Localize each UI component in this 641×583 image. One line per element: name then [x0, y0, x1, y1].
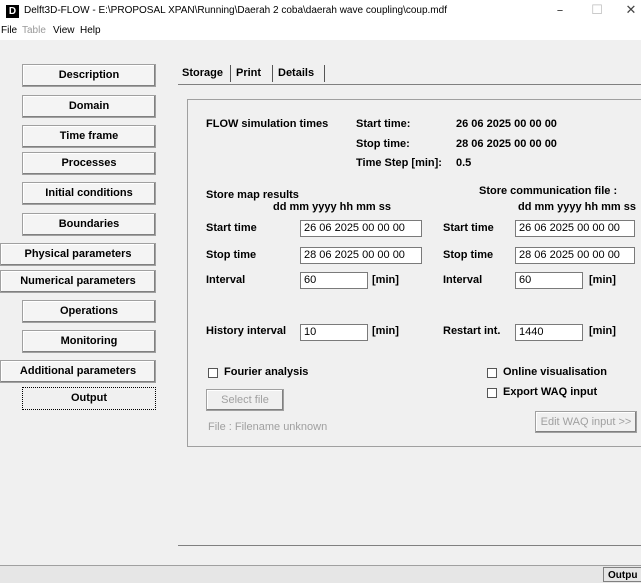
app-icon: D — [6, 5, 19, 18]
bottom-separator — [178, 545, 641, 546]
comm-start-label: Start time — [443, 222, 494, 234]
comm-stop-label: Stop time — [443, 249, 494, 261]
restart-interval-unit: [min] — [589, 325, 616, 337]
nav-processes[interactable]: Processes — [22, 152, 156, 175]
menu-help[interactable]: Help — [80, 25, 101, 36]
nav-additional-parameters[interactable]: Additional parameters — [0, 360, 156, 383]
nav-boundaries[interactable]: Boundaries — [22, 213, 156, 236]
export-waq-checkbox[interactable] — [487, 388, 497, 398]
tab-separator — [272, 65, 273, 82]
map-interval-input[interactable]: 60 — [300, 272, 368, 289]
map-start-label: Start time — [206, 222, 257, 234]
minimize-icon[interactable]: – — [553, 4, 567, 18]
nav-output[interactable]: Output — [22, 387, 156, 410]
sim-step-value: 0.5 — [456, 157, 472, 169]
history-interval-label: History interval — [206, 325, 287, 337]
nav-physical-parameters[interactable]: Physical parameters — [0, 243, 156, 266]
status-output-label: Outpu — [603, 567, 641, 582]
nav-domain[interactable]: Domain — [22, 95, 156, 118]
history-interval-unit: [min] — [372, 325, 399, 337]
tab-storage[interactable]: Storage — [182, 62, 223, 84]
nav-description[interactable]: Description — [22, 64, 156, 87]
history-interval-input[interactable]: 10 — [300, 324, 368, 341]
map-format-label: dd mm yyyy hh mm ss — [273, 201, 391, 213]
sim-stop-value: 28 06 2025 00 00 00 — [456, 138, 557, 150]
menu-file[interactable]: File — [1, 25, 17, 36]
fourier-label: Fourier analysis — [224, 366, 309, 378]
sim-stop-label: Stop time: — [356, 138, 410, 150]
menu-bar: File Table View Help — [0, 24, 641, 40]
close-icon[interactable]: ✕ — [624, 4, 638, 18]
menu-view[interactable]: View — [53, 25, 75, 36]
nav-initial-conditions[interactable]: Initial conditions — [22, 182, 156, 205]
tab-separator — [324, 65, 325, 82]
select-file-button[interactable]: Select file — [206, 389, 284, 411]
map-stop-label: Stop time — [206, 249, 257, 261]
tab-details[interactable]: Details — [278, 62, 314, 84]
sim-start-label: Start time: — [356, 118, 411, 130]
comm-format-label: dd mm yyyy hh mm ss — [518, 201, 636, 213]
comm-interval-unit: [min] — [589, 274, 616, 286]
comm-stop-time-input[interactable]: 28 06 2025 00 00 00 — [515, 247, 635, 264]
fourier-checkbox[interactable] — [208, 368, 218, 378]
flow-sim-label: FLOW simulation times — [206, 118, 329, 130]
nav-operations[interactable]: Operations — [22, 300, 156, 323]
restart-interval-label: Restart int. — [443, 325, 501, 337]
sim-start-value: 26 06 2025 00 00 00 — [456, 118, 557, 130]
online-visualisation-label: Online visualisation — [503, 366, 607, 378]
window-title: Delft3D-FLOW - E:\PROPOSAL XPAN\Running\… — [24, 5, 447, 16]
file-info-text: File : Filename unknown — [208, 421, 328, 433]
maximize-icon[interactable]: ☐ — [590, 4, 604, 18]
map-results-title: Store map results — [206, 189, 299, 201]
nav-monitoring[interactable]: Monitoring — [22, 330, 156, 353]
menu-table[interactable]: Table — [22, 25, 46, 36]
tab-print[interactable]: Print — [236, 62, 261, 84]
comm-file-title: Store communication file : — [479, 185, 618, 197]
comm-start-time-input[interactable]: 26 06 2025 00 00 00 — [515, 220, 635, 237]
tab-separator — [230, 65, 231, 82]
online-visualisation-checkbox[interactable] — [487, 368, 497, 378]
status-bar — [0, 565, 641, 583]
comm-interval-label: Interval — [443, 274, 483, 286]
nav-time-frame[interactable]: Time frame — [22, 125, 156, 148]
map-interval-unit: [min] — [372, 274, 399, 286]
edit-waq-input-button[interactable]: Edit WAQ input >> — [535, 411, 637, 433]
map-stop-time-input[interactable]: 28 06 2025 00 00 00 — [300, 247, 422, 264]
map-start-time-input[interactable]: 26 06 2025 00 00 00 — [300, 220, 422, 237]
tab-underline — [178, 84, 641, 85]
comm-interval-input[interactable]: 60 — [515, 272, 583, 289]
restart-interval-input[interactable]: 1440 — [515, 324, 583, 341]
title-bar: D Delft3D-FLOW - E:\PROPOSAL XPAN\Runnin… — [0, 0, 641, 24]
nav-numerical-parameters[interactable]: Numerical parameters — [0, 270, 156, 293]
export-waq-label: Export WAQ input — [503, 386, 598, 398]
map-interval-label: Interval — [206, 274, 246, 286]
sim-step-label: Time Step [min]: — [356, 157, 442, 169]
